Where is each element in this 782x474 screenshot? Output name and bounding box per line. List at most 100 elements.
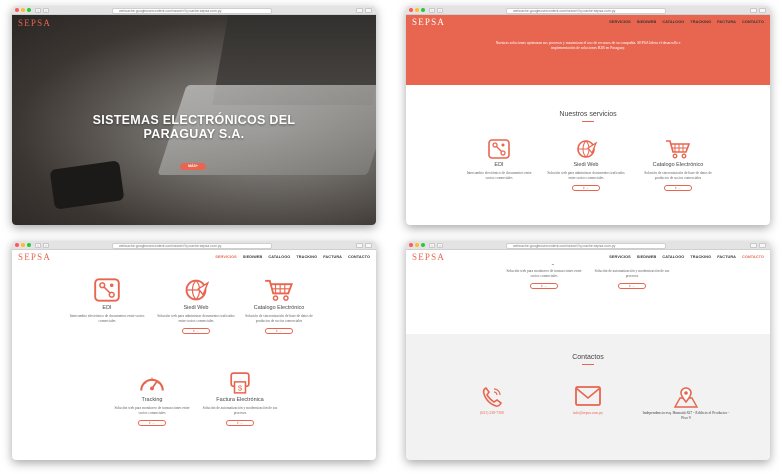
- tabs-icon[interactable]: [759, 242, 766, 248]
- service-go-button[interactable]: ir →: [182, 328, 210, 335]
- service-catalogo: Catalogo Electrónico Solución de sincron…: [638, 139, 718, 192]
- nav-contacto[interactable]: CONTACTO: [742, 255, 764, 259]
- browser-window-contacts: ‹ › webcache.googleusercontent.com/searc…: [406, 241, 770, 460]
- phone-image: [49, 160, 125, 210]
- envelope-icon: [575, 386, 601, 406]
- share-icon[interactable]: [356, 7, 363, 13]
- service-siedi-web: Siedi Web Solución web para administrar …: [155, 278, 237, 335]
- service-go-button[interactable]: ir →: [572, 185, 600, 192]
- nav-siediweb[interactable]: SIEDIWEB: [637, 20, 657, 24]
- contact-phone-value[interactable]: (021) 238-7300: [462, 411, 522, 415]
- site-logo[interactable]: SEPSA: [18, 18, 51, 28]
- nav-factura[interactable]: FACTURA: [323, 255, 342, 259]
- nav-tracking[interactable]: TRACKING: [690, 255, 711, 259]
- zoom-window-button[interactable]: [421, 243, 425, 247]
- hero-section: SEPSA SISTEMAS ELECTRÓNICOS DEL PARAGUAY…: [12, 15, 376, 225]
- contact-email: info@sepsa.com.py: [558, 386, 618, 415]
- hero-more-button[interactable]: MÁS+: [180, 163, 206, 170]
- site-logo[interactable]: SEPSA: [18, 252, 51, 262]
- nav-catalogo[interactable]: CATALOGO: [662, 20, 684, 24]
- browser-toolbar: ‹ › webcache.googleusercontent.com/searc…: [406, 6, 770, 15]
- phone-icon: [482, 386, 503, 407]
- speedometer-icon: [140, 377, 164, 391]
- nav-tracking[interactable]: TRACKING: [296, 255, 317, 259]
- share-icon[interactable]: [750, 7, 757, 13]
- globe-plane-icon: [185, 279, 209, 301]
- forward-icon[interactable]: ›: [437, 242, 443, 248]
- service-edi: EDI Intercambio electrónico de documento…: [464, 139, 534, 180]
- service-go-button[interactable]: ir →: [265, 328, 293, 335]
- service-description: Solución de automatización y modernizaci…: [594, 269, 670, 278]
- nav-catalogo[interactable]: CATALOGO: [662, 255, 684, 259]
- minimize-window-button[interactable]: [415, 243, 419, 247]
- forward-icon[interactable]: ›: [43, 7, 49, 13]
- service-go-button[interactable]: ir →: [530, 283, 558, 290]
- forward-icon[interactable]: ›: [43, 242, 49, 248]
- close-window-button[interactable]: [409, 243, 413, 247]
- nav-contacto[interactable]: CONTACTO: [348, 255, 370, 259]
- nav-servicios[interactable]: SERVICIOS: [215, 255, 237, 259]
- tabs-icon[interactable]: [759, 7, 766, 13]
- minimize-window-button[interactable]: [21, 8, 25, 12]
- close-window-button[interactable]: [15, 8, 19, 12]
- service-go-button[interactable]: ir →: [664, 185, 692, 192]
- nav-siediweb[interactable]: SIEDIWEB: [243, 255, 263, 259]
- nav-servicios[interactable]: SERVICIOS: [609, 20, 631, 24]
- address-bar[interactable]: webcache.googleusercontent.com/search?q=…: [506, 242, 666, 249]
- site-logo[interactable]: SEPSA: [412, 252, 445, 262]
- service-factura: Factura Electrónica Solución de automati…: [590, 260, 674, 290]
- nav-catalogo[interactable]: CATALOGO: [268, 255, 290, 259]
- site-header: SEPSA SERVICIOS SIEDIWEB CATALOGO TRACKI…: [406, 250, 770, 264]
- nav-factura[interactable]: FACTURA: [717, 20, 736, 24]
- back-icon[interactable]: ‹: [429, 242, 435, 248]
- zoom-window-button[interactable]: [421, 8, 425, 12]
- service-name: Factura Electrónica: [216, 397, 264, 403]
- contact-email-value[interactable]: info@sepsa.com.py: [558, 411, 618, 415]
- service-description: Intercambio electrónico de documentos en…: [466, 171, 532, 180]
- nav-servicios[interactable]: SERVICIOS: [609, 255, 631, 259]
- page-hero: SEPSA SISTEMAS ELECTRÓNICOS DEL PARAGUAY…: [12, 15, 376, 225]
- address-bar[interactable]: webcache.googleusercontent.com/search?q=…: [112, 7, 272, 14]
- service-name: Tracking: [141, 397, 163, 403]
- service-description: Solución web para administrar documentos…: [157, 314, 235, 323]
- service-name: Siedi Web: [573, 162, 599, 168]
- services-heading: Nuestros servicios: [406, 111, 770, 122]
- service-description: Solución de sincronización de base de da…: [644, 171, 712, 180]
- page-services-full: SEPSA SERVICIOS SIEDIWEB CATALOGO TRACKI…: [12, 250, 376, 460]
- browser-toolbar: ‹ › webcache.googleusercontent.com/searc…: [12, 241, 376, 250]
- minimize-window-button[interactable]: [21, 243, 25, 247]
- service-go-button[interactable]: ir →: [138, 420, 166, 427]
- map-pin-icon: [673, 387, 699, 408]
- service-catalogo: Catalogo Electrónico Solución de sincron…: [238, 278, 320, 335]
- address-bar[interactable]: webcache.googleusercontent.com/search?q=…: [112, 242, 272, 249]
- shopping-cart-icon: [265, 279, 294, 301]
- contacts-heading: Contactos: [406, 354, 770, 365]
- minimize-window-button[interactable]: [415, 8, 419, 12]
- tabs-icon[interactable]: [365, 7, 372, 13]
- back-icon[interactable]: ‹: [35, 242, 41, 248]
- service-go-button[interactable]: ir →: [226, 420, 254, 427]
- back-icon[interactable]: ‹: [35, 7, 41, 13]
- service-description: Intercambio electrónico de documentos en…: [69, 314, 145, 323]
- address-bar[interactable]: webcache.googleusercontent.com/search?q=…: [506, 7, 666, 14]
- close-window-button[interactable]: [409, 8, 413, 12]
- nav-siediweb[interactable]: SIEDIWEB: [637, 255, 657, 259]
- zoom-window-button[interactable]: [27, 8, 31, 12]
- tabs-icon[interactable]: [365, 242, 372, 248]
- back-icon[interactable]: ‹: [429, 7, 435, 13]
- service-go-button[interactable]: ir →: [618, 283, 646, 290]
- hero-title: SISTEMAS ELECTRÓNICOS DEL PARAGUAY S.A.: [92, 113, 296, 141]
- service-siedi-web: Siedi Web Solución web para administrar …: [546, 139, 626, 192]
- share-icon[interactable]: [356, 242, 363, 248]
- browser-window-hero: ‹ › webcache.googleusercontent.com/searc…: [12, 6, 376, 225]
- contact-address: Independencia esq. Humaitá 827 - Edifici…: [642, 386, 730, 421]
- nav-factura[interactable]: FACTURA: [717, 255, 736, 259]
- service-name: Catalogo Electrónico: [253, 305, 305, 311]
- nav-tracking[interactable]: TRACKING: [690, 20, 711, 24]
- forward-icon[interactable]: ›: [437, 7, 443, 13]
- nav-contacto[interactable]: CONTACTO: [742, 20, 764, 24]
- zoom-window-button[interactable]: [27, 243, 31, 247]
- site-logo[interactable]: SEPSA: [412, 17, 445, 27]
- close-window-button[interactable]: [15, 243, 19, 247]
- share-icon[interactable]: [750, 242, 757, 248]
